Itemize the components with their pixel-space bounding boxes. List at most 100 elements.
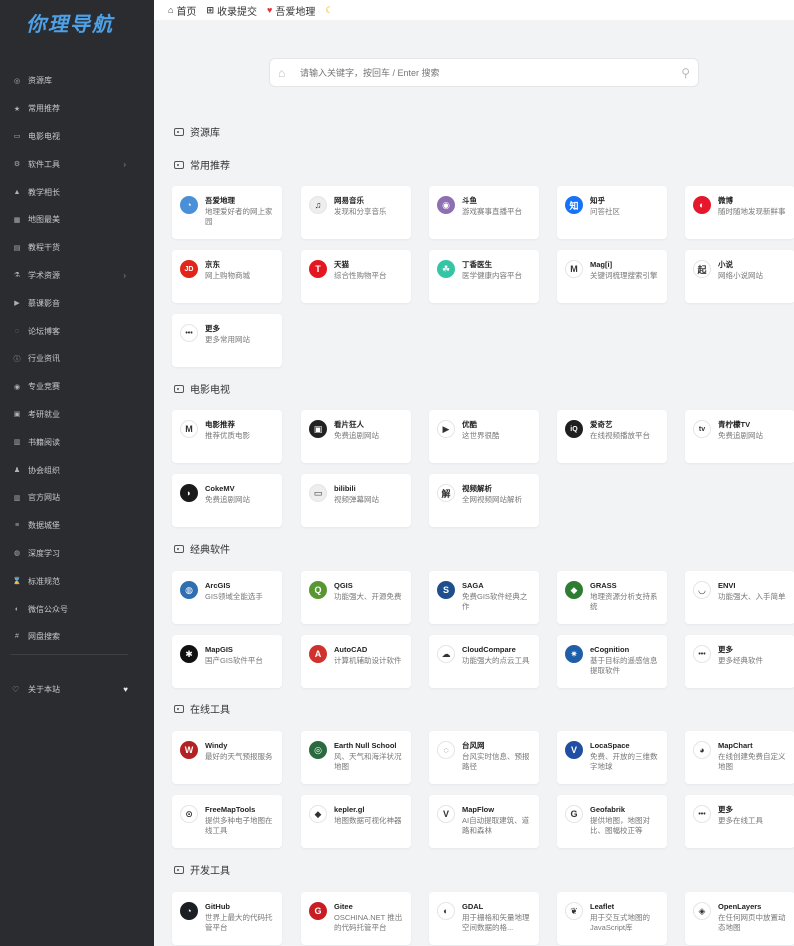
sidebar-item[interactable]: ⌛ 标准规范 xyxy=(0,567,154,595)
site-card[interactable]: ▭ bilibili 视频弹幕网站 xyxy=(301,474,411,527)
site-card-desc: 游戏赛事直播平台 xyxy=(462,207,522,216)
sidebar-item[interactable]: ▶ 慕课影音 xyxy=(0,289,154,317)
site-card[interactable]: ◔ GitHub 世界上最大的代码托管平台 xyxy=(172,892,282,945)
site-card[interactable]: ☁ CloudCompare 功能强大的点云工具 xyxy=(429,635,539,688)
section-heading-changyong: 常用推荐 xyxy=(174,157,230,172)
sidebar-item[interactable]: ◉ 专业竞赛 xyxy=(0,373,154,401)
sidebar-item[interactable]: ⓘ 行业资讯 xyxy=(0,345,154,373)
site-card[interactable]: ◍ ArcGIS GIS领域全能选手 xyxy=(172,571,282,624)
site-card[interactable]: ✷ eCognition 基于目标的遥感信息提取软件 xyxy=(557,635,667,688)
dxy-icon: ☘ xyxy=(437,260,455,278)
site-card[interactable]: ◉ 斗鱼 游戏赛事直播平台 xyxy=(429,186,539,239)
sidebar-item[interactable]: ▭ 电影电视 xyxy=(0,123,154,151)
sidebar-item[interactable]: ★ 常用推荐 xyxy=(0,95,154,123)
site-card-desc: 更多常用网站 xyxy=(205,335,250,344)
site-card[interactable]: ◈ OpenLayers 在任何网页中放置动态地图 xyxy=(685,892,794,945)
site-card-desc: 网络小说网站 xyxy=(718,271,763,280)
moon-icon: ☾ xyxy=(325,4,334,15)
site-card[interactable]: A AutoCAD 计算机辅助设计软件 xyxy=(301,635,411,688)
site-card[interactable]: ⊙ FreeMapTools 提供多种电子地图在线工具 xyxy=(172,795,282,848)
sidebar-item[interactable]: ▤ 教程干货 xyxy=(0,234,154,262)
submit-link[interactable]: ⊞ 收录提交 xyxy=(206,3,257,18)
site-card-desc: 最好的天气预报服务 xyxy=(205,752,273,761)
site-card[interactable]: M 电影推荐 推荐优质电影 xyxy=(172,410,282,463)
site-card[interactable]: ◔ 吾爱地理 地理爱好者的网上家园 xyxy=(172,186,282,239)
sidebar-item[interactable]: ♟ 协会组织 xyxy=(0,456,154,484)
site-card-desc: 功能强大、开源免费 xyxy=(334,592,402,601)
site-card[interactable]: V LocaSpace 免费、开放的三维数字地球 xyxy=(557,731,667,784)
site-card[interactable]: iQ 爱奇艺 在线视频播放平台 xyxy=(557,410,667,463)
site-card[interactable]: ♫ 网易音乐 发现和分享音乐 xyxy=(301,186,411,239)
site-card[interactable]: ◐ 微博 随时随地发现新鲜事 xyxy=(685,186,794,239)
site-card[interactable]: ◐ GDAL 用于栅格和矢量地理空间数据的格... xyxy=(429,892,539,945)
sidebar: 你理导航 ◎ 资源库 ★ 常用推荐 ▭ 电影电视 ⚙ 软件工具 › ▲ 教学相长 ▦ 地图最美 ▤ 教程干货… xyxy=(0,0,154,946)
site-card[interactable]: W Windy 最好的天气预报服务 xyxy=(172,731,282,784)
site-card[interactable]: ◌ 台风网 台风实时信息、预报路径 xyxy=(429,731,539,784)
site-card[interactable]: ◕ MapChart 在线创建免费自定义地图 xyxy=(685,731,794,784)
site-card[interactable]: ◆ kepler.gl 地图数据可视化神器 xyxy=(301,795,411,848)
site-card-desc: 免费GIS软件经典之作 xyxy=(462,592,528,611)
sidebar-item[interactable]: ⚙ 软件工具 › xyxy=(0,150,154,178)
site-card[interactable]: ◎ Earth Null School 风、天气和海洋状况地图 xyxy=(301,731,411,784)
saga-icon: S xyxy=(437,581,455,599)
sidebar-item[interactable]: ⚗ 学术资源 › xyxy=(0,262,154,290)
database-icon: ≡ xyxy=(14,522,20,530)
site-card-title: 丁香医生 xyxy=(462,260,492,269)
sidebar-item[interactable]: ▥ 书籍阅读 xyxy=(0,428,154,456)
site-card[interactable]: 知知乎 问答社区 xyxy=(557,186,667,239)
sidebar-item-label: 专业竞赛 xyxy=(28,382,60,392)
site-card[interactable]: 解视频解析 全网视频网站解析 xyxy=(429,474,539,527)
sidebar-item[interactable]: ◍ 深度学习 xyxy=(0,540,154,568)
site-card[interactable]: G Geofabrik 提供地图，地图对比、图幅校正等 xyxy=(557,795,667,848)
site-card[interactable]: M Mag[i] 关键词梳理搜索引擎 xyxy=(557,250,667,303)
site-card[interactable]: ❦ Leaflet 用于交互式地图的JavaScript库 xyxy=(557,892,667,945)
sidebar-item[interactable]: ▥ 官方网站 xyxy=(0,484,154,512)
site-card-title: Mag[i] xyxy=(590,260,613,269)
site-card[interactable]: ▣ 看片狂人 免费追剧网站 xyxy=(301,410,411,463)
site-card[interactable]: 起小说 网络小说网站 xyxy=(685,250,794,303)
site-card[interactable]: ✱ MapGIS 国产GIS软件平台 xyxy=(172,635,282,688)
home-link[interactable]: ⌂ 首页 xyxy=(168,3,196,18)
site-card-text: eCognition 基于目标的遥感信息提取软件 xyxy=(590,645,661,688)
sidebar-item[interactable]: # 网盘搜索 xyxy=(0,623,154,651)
night-mode-toggle[interactable]: ☾ xyxy=(325,5,336,16)
love-link[interactable]: ♥ 吾爱地理 xyxy=(267,3,315,18)
search-icon[interactable]: ⚲ xyxy=(681,66,690,80)
site-card[interactable]: T 天猫 综合性购物平台 xyxy=(301,250,411,303)
sidebar-item[interactable]: ◎ 资源库 xyxy=(0,67,154,95)
institution-icon: ▥ xyxy=(13,494,21,502)
sidebar-item-about[interactable]: ♡ 关于本站 ♥ xyxy=(12,684,128,695)
sidebar-item[interactable]: ◐ 微信公众号 xyxy=(0,595,154,623)
site-card-title: 电影推荐 xyxy=(205,420,235,429)
site-card[interactable]: Q QGIS 功能强大、开源免费 xyxy=(301,571,411,624)
site-logo[interactable]: 你理导航 xyxy=(0,0,154,44)
site-card[interactable]: tv 青柠檬TV 免费追剧网站 xyxy=(685,410,794,463)
site-card[interactable]: ◆ GRASS 地理资源分析支持系统 xyxy=(557,571,667,624)
site-card[interactable]: G Gitee OSCHINA.NET 推出的代码托管平台 xyxy=(301,892,411,945)
site-card[interactable]: ▶ 优酷 这世界很酷 xyxy=(429,410,539,463)
site-card[interactable]: ◡ ENVI 功能强大、入手简单 xyxy=(685,571,794,624)
sidebar-item[interactable]: ≡ 数据城堡 xyxy=(0,512,154,540)
site-card[interactable]: ••• 更多 更多常用网站 xyxy=(172,314,282,367)
site-card[interactable]: ◗ CokeMV 免费追剧网站 xyxy=(172,474,282,527)
love-link-label: 吾爱地理 xyxy=(275,6,316,18)
sidebar-item[interactable]: ▦ 地图最美 xyxy=(0,206,154,234)
sidebar-item[interactable]: ◌ 论坛博客 xyxy=(0,317,154,345)
site-card-text: 视频解析 全网视频网站解析 xyxy=(462,484,533,527)
sidebar-item-label: 考研就业 xyxy=(28,409,60,419)
site-card-title: 更多 xyxy=(205,324,220,333)
site-card[interactable]: ••• 更多 更多经典软件 xyxy=(685,635,794,688)
site-card[interactable]: S SAGA 免费GIS软件经典之作 xyxy=(429,571,539,624)
more-icon: ••• xyxy=(693,645,711,663)
site-card[interactable]: V MapFlow AI自动提取建筑、道路和森林 xyxy=(429,795,539,848)
magi-icon: M xyxy=(565,260,583,278)
site-card-desc: 视频弹幕网站 xyxy=(334,495,379,504)
site-card[interactable]: JD 京东 网上购物商城 xyxy=(172,250,282,303)
site-card[interactable]: ••• 更多 更多在线工具 xyxy=(685,795,794,848)
search-input[interactable] xyxy=(300,67,682,78)
site-card-text: 更多 更多常用网站 xyxy=(205,324,276,367)
sidebar-item-label: 协会组织 xyxy=(28,465,60,475)
sidebar-item[interactable]: ▲ 教学相长 xyxy=(0,178,154,206)
sidebar-item[interactable]: ▣ 考研就业 xyxy=(0,401,154,429)
site-card[interactable]: ☘ 丁香医生 医学健康内容平台 xyxy=(429,250,539,303)
